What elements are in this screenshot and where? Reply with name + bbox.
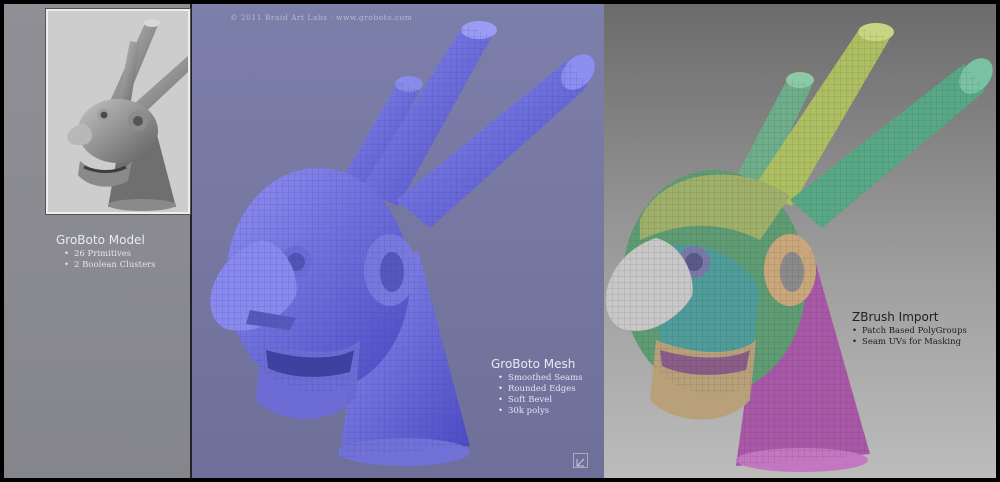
middle-caption-list: Smoothed Seams Rounded Edges Soft Bevel … (498, 373, 583, 417)
middle-bullet: Smoothed Seams (498, 373, 583, 384)
right-bullet: Seam UVs for Masking (852, 337, 967, 348)
image-frame: © 2011 Braid Art Labs · www.groboto.com (0, 0, 1000, 482)
left-caption-title: GroBoto Model (56, 233, 145, 247)
left-bullet: 26 Primitives (64, 249, 156, 260)
right-bullet: Patch Based PolyGroups (852, 326, 967, 337)
middle-bullet: Rounded Edges (498, 384, 583, 395)
logo-glyph-icon (576, 458, 585, 467)
middle-bullet: 30k polys (498, 406, 583, 417)
left-bullet: 2 Boolean Clusters (64, 260, 156, 271)
right-caption-title: ZBrush Import (852, 310, 939, 324)
middle-bullet: Soft Bevel (498, 395, 583, 406)
middle-caption-title: GroBoto Mesh (491, 357, 576, 371)
groboto-logo-icon (573, 453, 588, 468)
left-caption-list: 26 Primitives 2 Boolean Clusters (64, 249, 156, 271)
right-caption-list: Patch Based PolyGroups Seam UVs for Mask… (852, 326, 967, 348)
